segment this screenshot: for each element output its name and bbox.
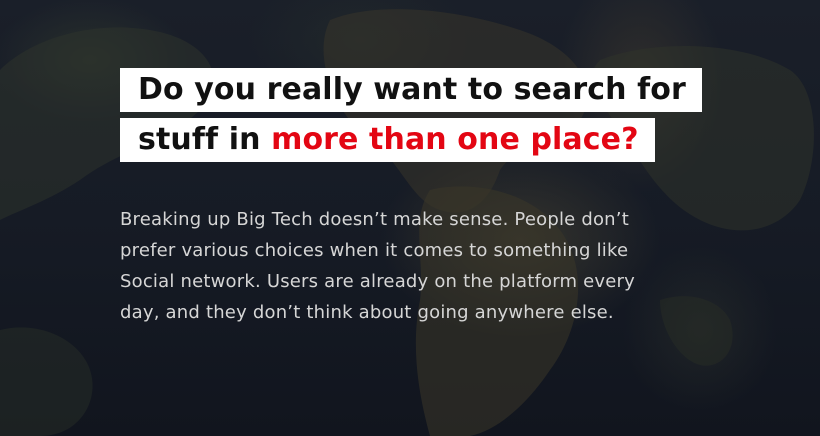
headline-line-1: Do you really want to search for (120, 68, 702, 112)
body-paragraph-line-4: day, and they don’t think about going an… (120, 302, 614, 323)
body-paragraph-line-1: Breaking up Big Tech doesn’t make sense.… (120, 209, 629, 230)
headline-line-1-text: Do you really want to search for (138, 72, 686, 107)
body-paragraph-line-2: prefer various choices when it comes to … (120, 240, 629, 261)
headline: Do you really want to search for stuff i… (120, 68, 702, 162)
body-paragraph: Breaking up Big Tech doesn’t make sense.… (120, 204, 760, 328)
headline-line-2: stuff in more than one place? (120, 118, 655, 162)
headline-line-2-prefix: stuff in (138, 122, 272, 157)
body-paragraph-line-3: Social network. Users are already on the… (120, 271, 635, 292)
headline-highlight: more than one place? (271, 122, 639, 157)
